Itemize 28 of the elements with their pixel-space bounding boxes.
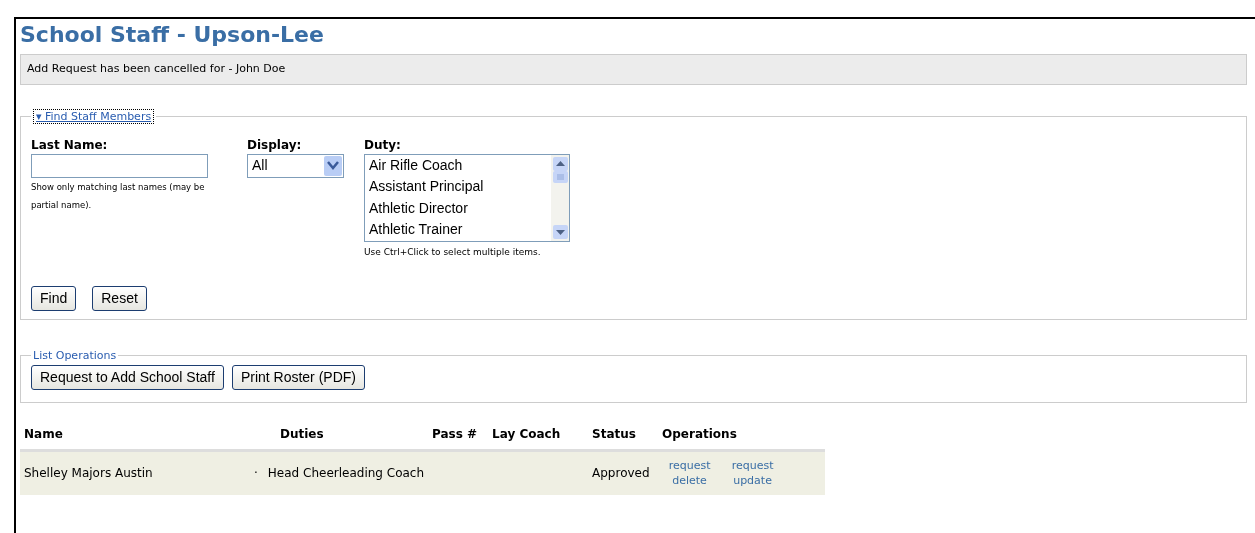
display-select[interactable]: All (247, 153, 344, 178)
operation-button[interactable]: Print Roster (PDF) (231, 364, 365, 390)
operation-link[interactable]: request delete (662, 457, 718, 489)
page-title: School Staff - Upson-Lee (20, 21, 325, 49)
scroll-up-icon[interactable] (552, 156, 568, 171)
table-cell: Approved (588, 450, 659, 495)
list-option[interactable]: Athletic Trainer (369, 219, 551, 241)
panel-toggle[interactable]: ▾ Find Staff Members (33, 108, 155, 124)
duty-listbox[interactable]: Air Rifle Coach Assistant Principal Athletic Director Athletic Trainer (364, 153, 570, 242)
hint-text: Use Ctrl+Click to select multiple items. (364, 245, 542, 259)
field-label: Last Name: (31, 136, 109, 154)
bullet-mark: · (254, 466, 258, 481)
status-message: Add Request has been cancelled for - John Doe (20, 54, 1247, 85)
list-option[interactable]: Assistant Principal (369, 176, 551, 198)
form-button[interactable]: Reset (92, 285, 147, 311)
table-cell: Shelley Majors Austin (20, 450, 250, 495)
scroll-down-icon[interactable] (552, 224, 568, 239)
field-label: Duty: (364, 136, 402, 154)
hint-text: Show only matching last names (may be partial name). (31, 180, 206, 212)
form-button[interactable]: Find (31, 285, 77, 311)
last-name-field[interactable] (31, 153, 208, 178)
list-option[interactable]: Athletic Director (369, 197, 551, 220)
operation-button[interactable]: Request to Add School Staff (31, 364, 224, 390)
operation-link[interactable]: request update (725, 457, 781, 489)
section-legend: List Operations (33, 348, 117, 362)
field-label: Display: (247, 136, 303, 154)
list-option[interactable]: Air Rifle Coach (369, 154, 551, 177)
table-cell: Head Cheerleading Coach (267, 466, 425, 481)
